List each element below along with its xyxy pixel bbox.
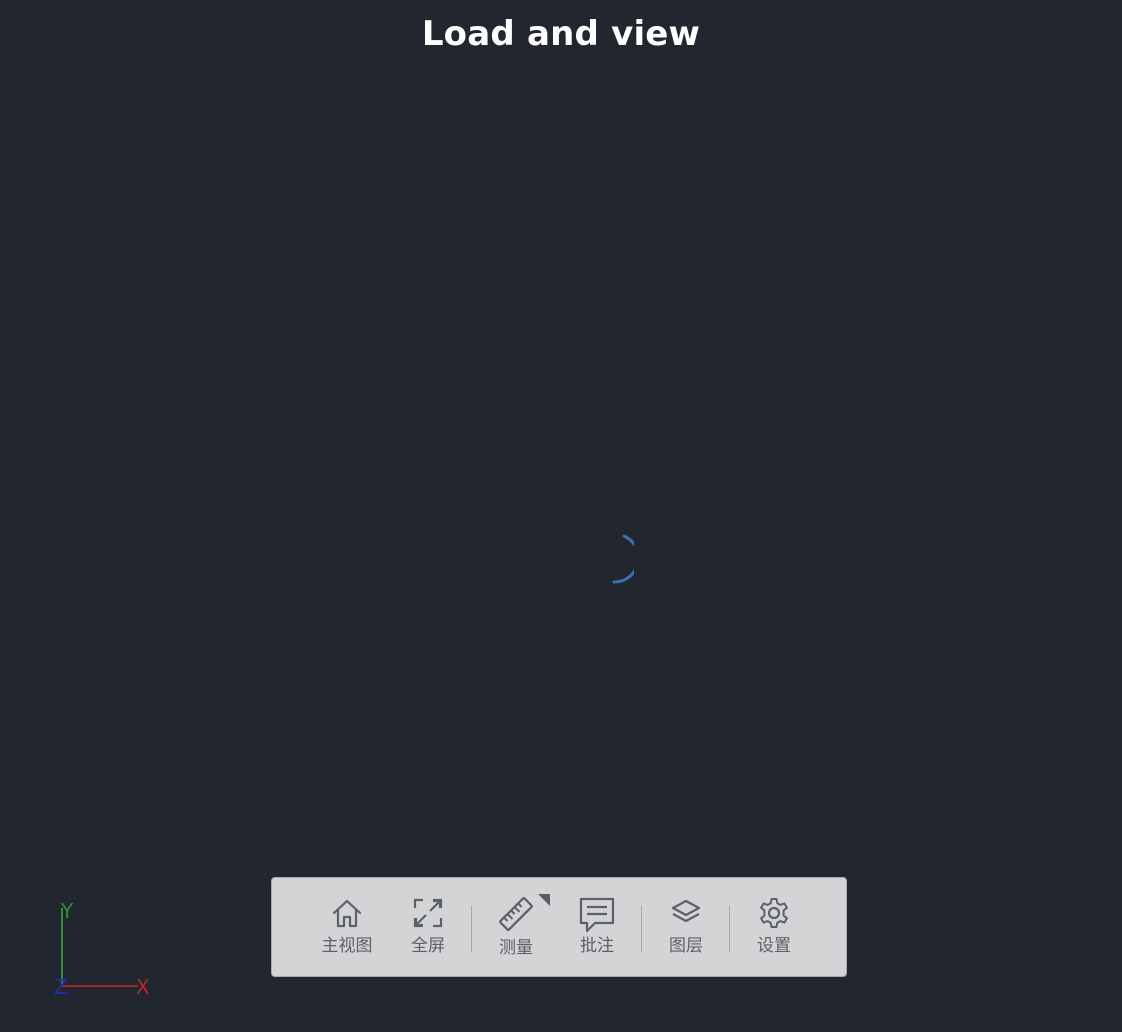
- fullscreen-icon: [413, 898, 443, 928]
- measure-button[interactable]: 测量: [493, 896, 539, 964]
- z-axis-label: Z: [54, 975, 68, 999]
- toolbar-divider: [641, 906, 642, 952]
- toolbar-divider: [729, 906, 730, 952]
- home-view-button[interactable]: 主视图: [316, 896, 378, 964]
- ruler-icon: [499, 897, 533, 931]
- loading-spinner-icon: [612, 534, 634, 584]
- comment-icon: [579, 897, 615, 933]
- axis-gizmo: Y X Z: [50, 898, 160, 1002]
- x-axis-label: X: [136, 975, 150, 999]
- annotate-button[interactable]: 批注: [574, 896, 620, 964]
- measure-label: 测量: [499, 938, 533, 958]
- layers-icon: [671, 899, 701, 923]
- settings-button[interactable]: 设置: [751, 896, 797, 964]
- page-title: Load and view: [421, 14, 701, 54]
- submenu-indicator-icon: [538, 894, 550, 906]
- toolbar-divider: [471, 906, 472, 952]
- 3d-viewer[interactable]: Load and view Y X Z 主视图 全屏 测量 批注 图层 设置: [0, 0, 1122, 1032]
- settings-label: 设置: [757, 936, 791, 956]
- y-axis-label: Y: [61, 899, 74, 923]
- annotate-label: 批注: [580, 936, 614, 956]
- fullscreen-button[interactable]: 全屏: [405, 896, 451, 964]
- fullscreen-label: 全屏: [411, 936, 445, 956]
- home-icon: [332, 899, 362, 928]
- bottom-toolbar: 主视图 全屏 测量 批注 图层 设置: [271, 877, 847, 977]
- layers-label: 图层: [669, 936, 703, 956]
- gear-icon: [760, 898, 788, 928]
- home-view-label: 主视图: [321, 936, 373, 956]
- layers-button[interactable]: 图层: [663, 896, 709, 964]
